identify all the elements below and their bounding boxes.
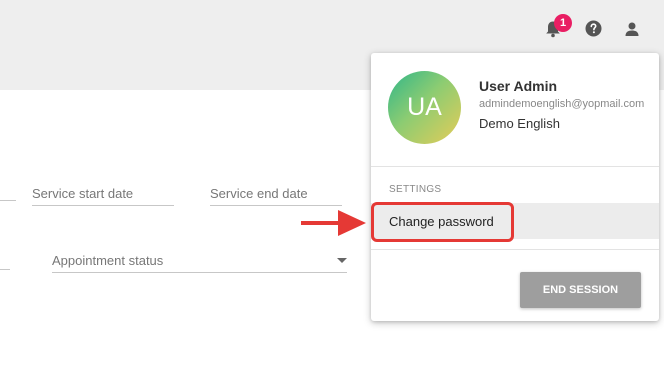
user-menu-panel: UA User Admin admindemoenglish@yopmail.c… [371, 53, 659, 321]
annotation-highlight-box [371, 202, 514, 242]
notification-badge: 1 [554, 14, 572, 32]
service-start-date-label: Service start date [32, 186, 134, 201]
account-button[interactable] [621, 20, 643, 42]
appointment-status-select[interactable]: Appointment status [52, 253, 347, 273]
help-icon [585, 20, 602, 42]
service-end-date-field[interactable]: Service end date [210, 186, 342, 206]
annotation-arrow-icon [338, 210, 366, 236]
service-end-date-label: Service end date [210, 186, 308, 201]
settings-section-label: SETTINGS [389, 184, 442, 195]
field-underline [0, 269, 10, 270]
menu-divider [371, 166, 659, 167]
end-session-button[interactable]: END SESSION [520, 272, 641, 308]
help-button[interactable] [582, 20, 604, 42]
menu-divider [371, 249, 659, 250]
user-name: User Admin [479, 78, 558, 94]
avatar: UA [388, 71, 461, 144]
dropdown-arrow-icon [337, 258, 347, 263]
appointment-status-label: Appointment status [52, 253, 164, 268]
annotation-arrow-shaft [301, 221, 341, 225]
user-icon [624, 21, 640, 42]
service-start-date-field[interactable]: Service start date [32, 186, 174, 206]
user-email: admindemoenglish@yopmail.com [479, 98, 645, 110]
user-organization: Demo English [479, 116, 560, 131]
field-underline [0, 200, 16, 201]
